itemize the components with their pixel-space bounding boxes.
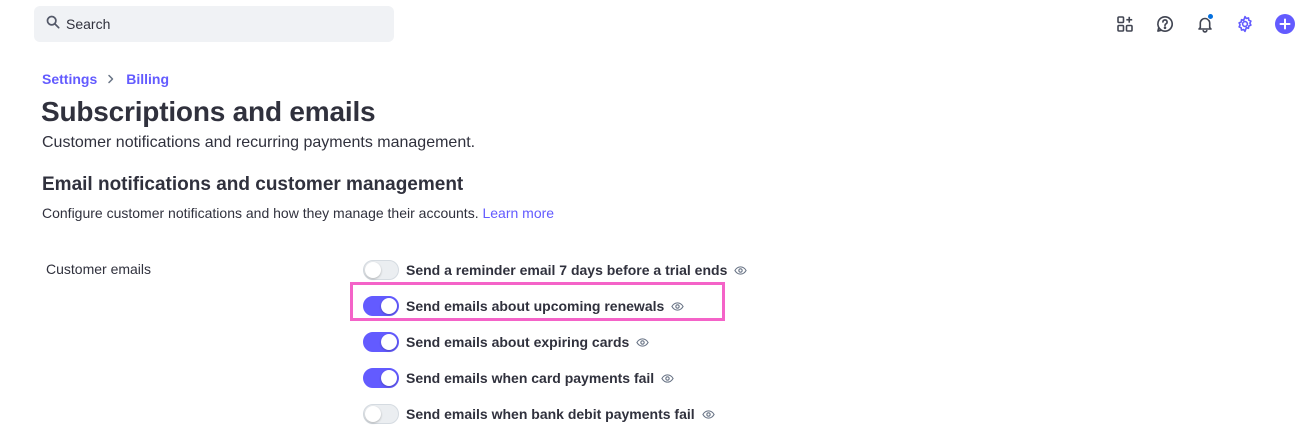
card-payments-fail-toggle[interactable] <box>363 368 399 388</box>
bell-icon[interactable] <box>1191 10 1219 38</box>
trial-reminder-toggle[interactable] <box>363 260 399 280</box>
eye-icon[interactable] <box>701 408 715 421</box>
search-icon <box>46 15 60 34</box>
toggle-knob <box>381 370 397 386</box>
toggle-knob <box>365 406 381 422</box>
help-icon[interactable] <box>1151 10 1179 38</box>
toggle-row-card-payments-fail: Send emails when card payments fail <box>363 360 747 396</box>
bank-debit-fail-label: Send emails when bank debit payments fai… <box>406 406 695 422</box>
eye-icon[interactable] <box>671 300 685 313</box>
toggle-knob <box>365 262 381 278</box>
search-input[interactable] <box>66 16 366 32</box>
toggle-row-upcoming-renewals: Send emails about upcoming renewals <box>363 288 747 324</box>
breadcrumb: Settings Billing <box>42 71 169 87</box>
learn-more-link[interactable]: Learn more <box>482 205 554 221</box>
customer-emails-label: Customer emails <box>46 261 152 277</box>
bank-debit-fail-toggle[interactable] <box>363 404 399 424</box>
section-title: Email notifications and customer managem… <box>42 174 464 195</box>
upcoming-renewals-label: Send emails about upcoming renewals <box>406 298 665 314</box>
customer-emails-toggle-list: Send a reminder email 7 days before a tr… <box>363 252 748 432</box>
toggle-knob <box>381 334 397 350</box>
eye-icon[interactable] <box>636 336 650 349</box>
eye-icon[interactable] <box>661 372 674 385</box>
breadcrumb-billing[interactable]: Billing <box>126 71 169 87</box>
page-title: Subscriptions and emails <box>41 96 376 127</box>
chevron-right-icon <box>106 74 116 84</box>
breadcrumb-settings[interactable]: Settings <box>42 71 97 87</box>
gear-icon[interactable] <box>1231 10 1259 38</box>
section-description-text: Configure customer notifications and how… <box>42 205 479 221</box>
apps-icon[interactable] <box>1111 10 1139 38</box>
upcoming-renewals-toggle[interactable] <box>363 296 399 316</box>
page-subtitle: Customer notifications and recurring pay… <box>42 134 476 151</box>
notification-dot <box>1207 13 1214 20</box>
card-payments-fail-label: Send emails when card payments fail <box>406 370 655 386</box>
toggle-row-bank-debit-fail: Send emails when bank debit payments fai… <box>363 396 747 432</box>
create-button[interactable] <box>1271 10 1299 38</box>
expiring-cards-label: Send emails about expiring cards <box>406 334 630 350</box>
section-description: Configure customer notifications and how… <box>42 205 554 221</box>
toggle-row-expiring-cards: Send emails about expiring cards <box>363 324 747 360</box>
toggle-row-trial-reminder: Send a reminder email 7 days before a tr… <box>363 252 748 288</box>
toggle-knob <box>381 298 397 314</box>
plus-icon <box>1275 14 1295 34</box>
top-toolbar <box>1099 10 1299 38</box>
expiring-cards-toggle[interactable] <box>363 332 399 352</box>
search-bar[interactable] <box>34 6 394 42</box>
eye-icon[interactable] <box>734 264 748 277</box>
trial-reminder-label: Send a reminder email 7 days before a tr… <box>406 262 728 278</box>
